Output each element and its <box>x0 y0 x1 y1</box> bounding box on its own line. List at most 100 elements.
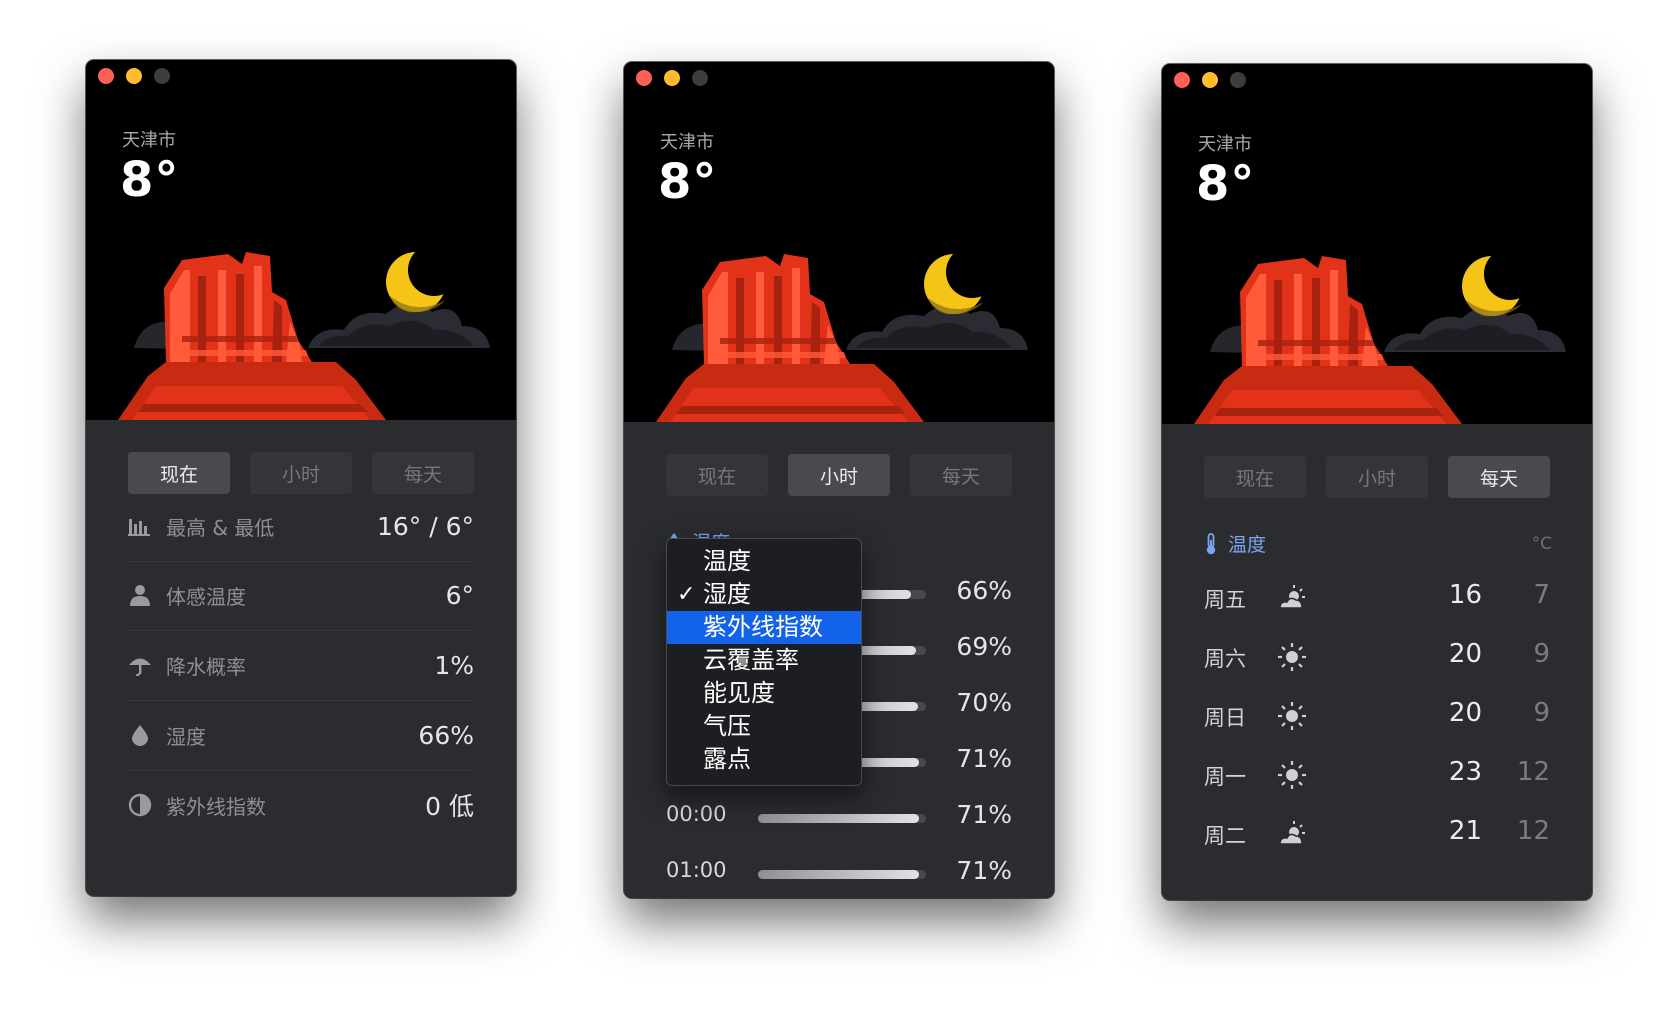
view-tabs: 现在 小时 每天 <box>666 454 1012 496</box>
zoom-window-button[interactable] <box>154 68 170 84</box>
traffic-lights <box>636 70 708 86</box>
city-name: 天津市 <box>122 130 176 151</box>
zoom-window-button[interactable] <box>692 70 708 86</box>
row-label: 最高 & 最低 <box>166 515 275 540</box>
close-window-button[interactable] <box>1174 72 1190 88</box>
hour-value: 66% <box>956 576 1012 605</box>
low-temp: 12 <box>1516 816 1550 846</box>
high-temp: 16 <box>1448 580 1482 610</box>
hero-area: 天津市 8° <box>624 62 1054 422</box>
close-window-button[interactable] <box>98 68 114 84</box>
menu-item-label: 能见度 <box>703 679 775 707</box>
menu-item-uv-index[interactable]: 紫外线指数 <box>667 611 861 644</box>
row-value: 0 低 <box>425 792 474 821</box>
low-temp: 12 <box>1516 757 1550 787</box>
metric-dropdown-menu: 温度 ✓ 湿度 紫外线指数 云覆盖率 能见度 气压 露点 <box>666 538 862 786</box>
minimize-window-button[interactable] <box>1202 72 1218 88</box>
row-high-low: 最高 & 最低 16° / 6° <box>128 506 474 546</box>
tab-daily[interactable]: 每天 <box>910 454 1012 496</box>
tab-hourly[interactable]: 小时 <box>250 452 352 494</box>
hero-area: 天津市 8° <box>86 60 516 420</box>
hour-time: 00:00 <box>666 802 727 826</box>
day-row: 周一 23 12 <box>1204 755 1550 795</box>
tab-now[interactable]: 现在 <box>128 452 230 494</box>
view-tabs: 现在 小时 每天 <box>128 452 474 494</box>
divider <box>128 770 474 771</box>
high-temp: 20 <box>1448 698 1482 728</box>
partly-cloudy-icon <box>1279 585 1305 609</box>
minimize-window-button[interactable] <box>664 70 680 86</box>
thermometer-icon <box>1206 532 1216 554</box>
menu-item-label: 云覆盖率 <box>703 646 799 674</box>
row-label: 紫外线指数 <box>166 794 266 819</box>
row-label: 降水概率 <box>166 654 246 679</box>
low-temp: 9 <box>1533 639 1550 669</box>
current-temperature: 8° <box>658 154 718 210</box>
menu-item-temperature[interactable]: 温度 <box>667 545 861 578</box>
row-humidity: 湿度 66% <box>128 715 474 755</box>
unit-label: °C <box>1531 534 1552 554</box>
half-circle-icon <box>128 791 158 819</box>
menu-item-pressure[interactable]: 气压 <box>667 710 861 743</box>
hero-area: 天津市 8° <box>1162 64 1592 424</box>
sun-icon <box>1278 702 1306 730</box>
landscape-illustration <box>1162 234 1592 424</box>
tab-now[interactable]: 现在 <box>666 454 768 496</box>
hour-value: 71% <box>956 744 1012 773</box>
hour-time: 01:00 <box>666 858 727 882</box>
sun-icon <box>1278 643 1306 671</box>
row-value: 1% <box>434 650 474 680</box>
menu-item-label: 露点 <box>703 745 751 773</box>
drop-icon <box>128 721 158 749</box>
weather-window-daily: 天津市 8° 现在 小时 每天 温度 °C 周五 16 7 周六 20 9 周日… <box>1162 64 1592 900</box>
zoom-window-button[interactable] <box>1230 72 1246 88</box>
divider <box>128 630 474 631</box>
hour-value: 71% <box>956 856 1012 885</box>
hour-value: 70% <box>956 688 1012 717</box>
partly-cloudy-icon <box>1279 821 1305 845</box>
menu-item-label: 气压 <box>703 712 751 740</box>
metric-title: 温度 <box>1228 534 1267 556</box>
day-row: 周二 21 12 <box>1204 814 1550 854</box>
tab-hourly[interactable]: 小时 <box>788 454 890 496</box>
row-precipitation: 降水概率 1% <box>128 645 474 685</box>
umbrella-icon <box>128 651 158 679</box>
day-name: 周日 <box>1204 706 1246 730</box>
view-tabs: 现在 小时 每天 <box>1204 456 1550 498</box>
menu-item-cloud-cover[interactable]: 云覆盖率 <box>667 644 861 677</box>
high-temp: 21 <box>1448 816 1482 846</box>
row-uv-index: 紫外线指数 0 低 <box>128 785 474 825</box>
current-temperature: 8° <box>120 152 180 208</box>
hour-row: 00:00 71% <box>666 800 1012 836</box>
row-feels-like: 体感温度 6° <box>128 575 474 615</box>
weather-window-hourly: 天津市 8° 现在 小时 每天 湿度 66% 69% 70% 71% 00:00 <box>624 62 1054 898</box>
tab-daily[interactable]: 每天 <box>372 452 474 494</box>
high-temp: 20 <box>1448 639 1482 669</box>
tab-now[interactable]: 现在 <box>1204 456 1306 498</box>
city-name: 天津市 <box>660 132 714 153</box>
landscape-illustration <box>624 232 1054 422</box>
minimize-window-button[interactable] <box>126 68 142 84</box>
tab-hourly[interactable]: 小时 <box>1326 456 1428 498</box>
menu-item-visibility[interactable]: 能见度 <box>667 677 861 710</box>
menu-item-dew-point[interactable]: 露点 <box>667 743 861 776</box>
tab-daily[interactable]: 每天 <box>1448 456 1550 498</box>
menu-item-humidity[interactable]: ✓ 湿度 <box>667 578 861 611</box>
close-window-button[interactable] <box>636 70 652 86</box>
metric-selector[interactable]: 温度 <box>1204 530 1266 557</box>
landscape-illustration <box>86 230 516 420</box>
current-temperature: 8° <box>1196 156 1256 212</box>
hour-value: 69% <box>956 632 1012 661</box>
person-icon <box>128 581 158 609</box>
divider <box>128 700 474 701</box>
menu-item-label: 湿度 <box>703 580 751 608</box>
low-temp: 7 <box>1533 580 1550 610</box>
row-label: 湿度 <box>166 724 206 749</box>
checkmark-icon: ✓ <box>677 582 696 607</box>
city-name: 天津市 <box>1198 134 1252 155</box>
day-name: 周六 <box>1204 647 1246 671</box>
row-value: 16° / 6° <box>376 511 474 541</box>
day-name: 周二 <box>1204 824 1246 848</box>
hour-row: 01:00 71% <box>666 856 1012 892</box>
humidity-bar <box>758 870 919 879</box>
